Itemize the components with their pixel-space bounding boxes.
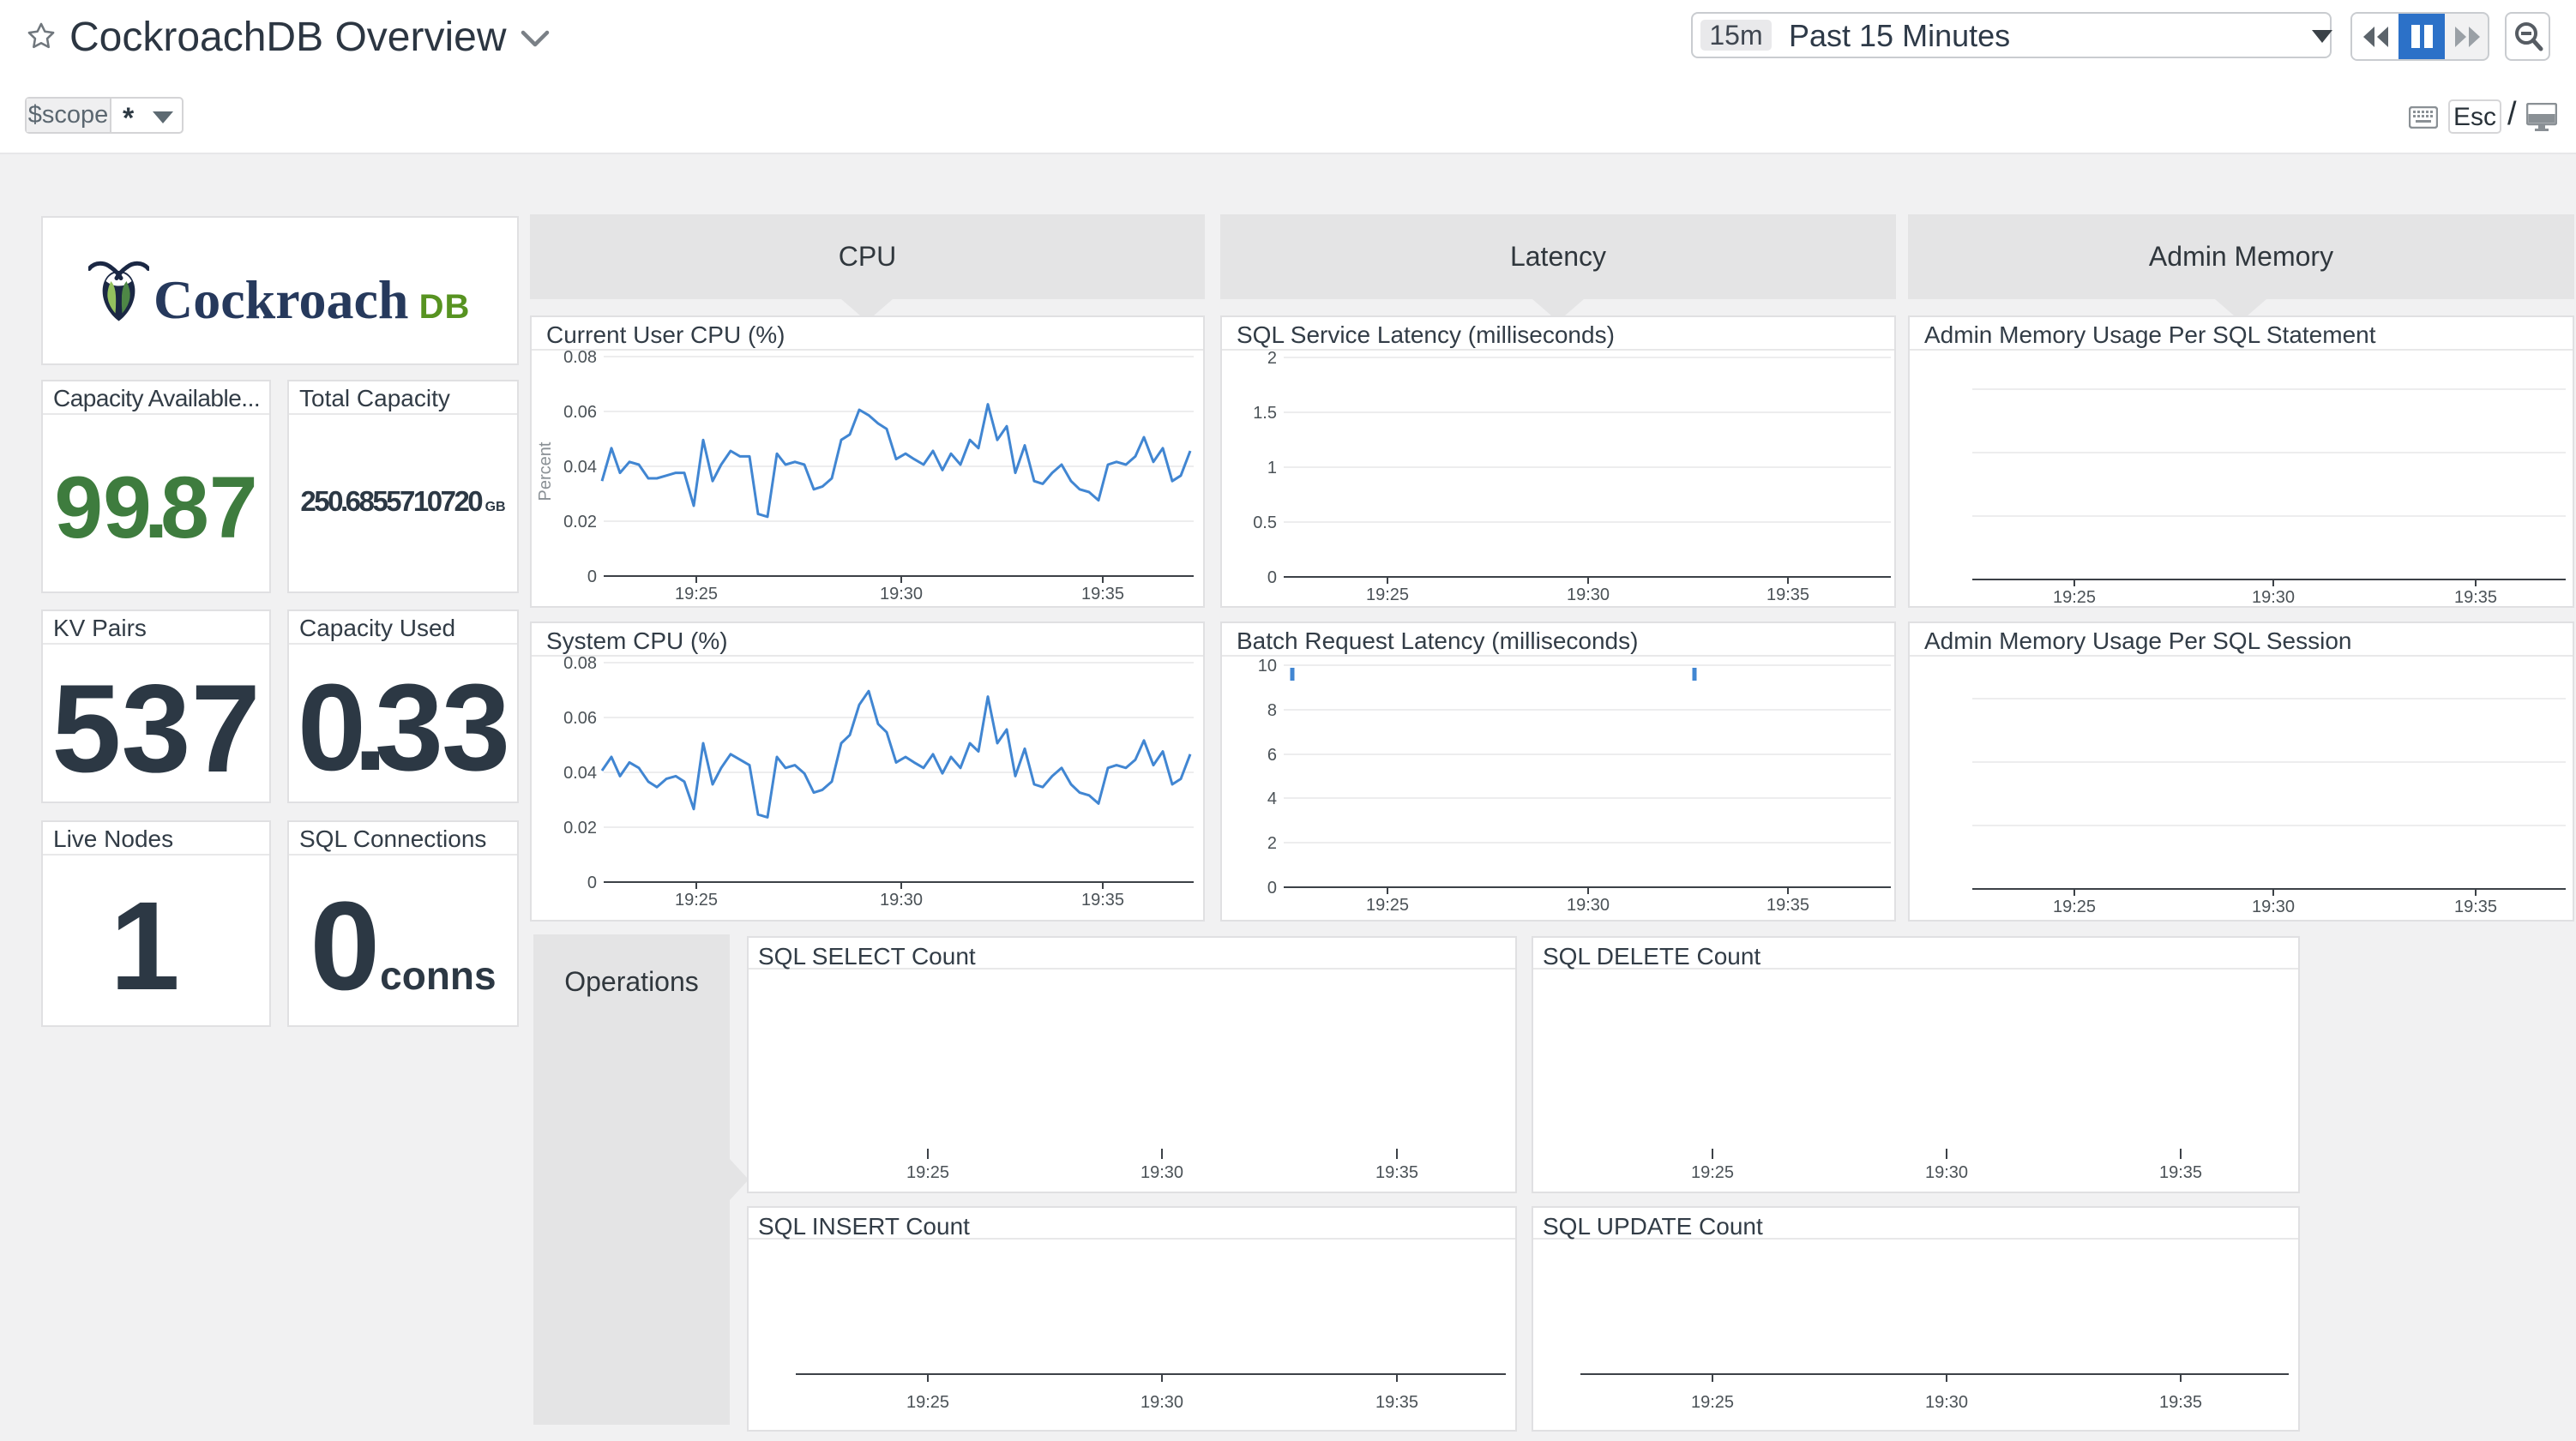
svg-text:19:30: 19:30	[880, 585, 923, 603]
svg-text:19:35: 19:35	[2454, 898, 2497, 916]
svg-text:0: 0	[1267, 879, 1277, 898]
svg-text:10: 10	[1258, 657, 1277, 675]
svg-text:19:30: 19:30	[1141, 1393, 1183, 1412]
svg-text:19:35: 19:35	[2454, 588, 2497, 606]
svg-text:19:35: 19:35	[1375, 1393, 1418, 1412]
svg-text:0.08: 0.08	[563, 654, 597, 673]
svg-text:0.02: 0.02	[563, 513, 597, 531]
svg-text:19:25: 19:25	[1691, 1393, 1734, 1412]
svg-text:19:30: 19:30	[1925, 1393, 1968, 1412]
svg-text:2: 2	[1267, 834, 1277, 853]
svg-text:0.08: 0.08	[563, 348, 597, 367]
svg-text:19:25: 19:25	[675, 891, 718, 910]
svg-text:19:35: 19:35	[1766, 896, 1809, 915]
svg-text:19:35: 19:35	[1766, 585, 1809, 604]
svg-text:4: 4	[1267, 790, 1277, 808]
svg-text:0.04: 0.04	[563, 764, 597, 783]
svg-text:0.02: 0.02	[563, 819, 597, 838]
svg-text:2: 2	[1267, 349, 1277, 368]
svg-text:0: 0	[587, 874, 597, 892]
svg-text:19:25: 19:25	[1366, 585, 1409, 604]
svg-text:19:25: 19:25	[1366, 896, 1409, 915]
svg-text:19:30: 19:30	[1567, 896, 1610, 915]
svg-text:19:30: 19:30	[2252, 588, 2295, 606]
svg-text:19:25: 19:25	[906, 1163, 949, 1182]
svg-text:Percent: Percent	[536, 441, 555, 501]
svg-text:19:30: 19:30	[2252, 898, 2295, 916]
svg-text:19:25: 19:25	[2053, 588, 2096, 606]
svg-text:19:30: 19:30	[880, 891, 923, 910]
svg-text:19:25: 19:25	[2053, 898, 2096, 916]
svg-text:19:30: 19:30	[1567, 585, 1610, 604]
svg-text:19:35: 19:35	[1375, 1163, 1418, 1182]
svg-text:19:30: 19:30	[1141, 1163, 1183, 1182]
svg-text:19:25: 19:25	[1691, 1163, 1734, 1182]
svg-text:19:35: 19:35	[2159, 1393, 2202, 1412]
svg-text:1.5: 1.5	[1253, 404, 1277, 423]
svg-text:19:35: 19:35	[1081, 891, 1124, 910]
svg-text:0.04: 0.04	[563, 458, 597, 477]
svg-text:0: 0	[1267, 568, 1277, 587]
svg-text:0.06: 0.06	[563, 403, 597, 422]
svg-text:19:25: 19:25	[675, 585, 718, 603]
svg-text:0.5: 0.5	[1253, 513, 1277, 532]
svg-text:0: 0	[587, 567, 597, 586]
svg-text:19:35: 19:35	[2159, 1163, 2202, 1182]
svg-text:19:25: 19:25	[906, 1393, 949, 1412]
svg-text:8: 8	[1267, 701, 1277, 720]
svg-text:6: 6	[1267, 746, 1277, 765]
svg-text:0.06: 0.06	[563, 709, 597, 728]
svg-text:19:35: 19:35	[1081, 585, 1124, 603]
svg-text:19:30: 19:30	[1925, 1163, 1968, 1182]
svg-text:1: 1	[1267, 459, 1277, 477]
